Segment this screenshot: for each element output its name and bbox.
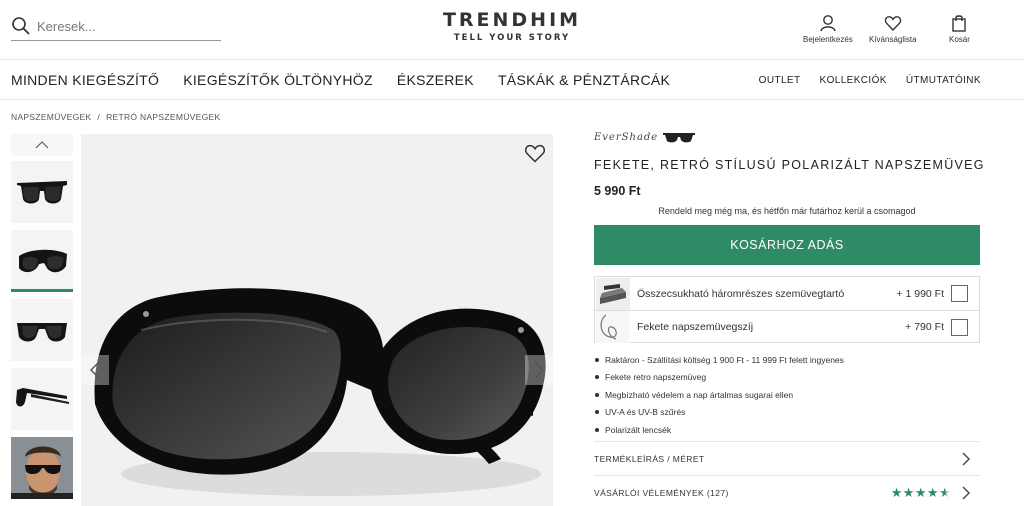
star-icon: ★ xyxy=(902,485,915,500)
brand-name: EverShade xyxy=(594,131,659,143)
nav-all-accessories[interactable]: MINDEN KIEGÉSZÍTŐ xyxy=(11,72,159,88)
accordion-product-description[interactable]: TERMÉKLEÍRÁS / MÉRET xyxy=(594,441,980,475)
wishlist-label: Kívánságlista xyxy=(869,35,917,44)
addon-case-name: Összecsukható háromrészes szemüvegtartó xyxy=(637,287,845,300)
addon-case-image xyxy=(596,277,630,310)
star-icon: ★ xyxy=(914,485,927,500)
star-icon: ★ xyxy=(890,485,903,500)
breadcrumb-sunglasses[interactable]: NAPSZEMÜVEGEK xyxy=(11,112,91,122)
shopping-bag-icon xyxy=(952,15,967,32)
main-navigation: MINDEN KIEGÉSZÍTŐ KIEGÉSZÍTŐK ÖLTÖNYHÖZ … xyxy=(0,60,1024,100)
breadcrumb: NAPSZEMÜVEGEK / RETRÓ NAPSZEMÜVEGEK xyxy=(11,112,220,122)
feature-item: UV-A és UV-B szűrés xyxy=(594,404,844,422)
breadcrumb-retro-sunglasses[interactable]: RETRÓ NAPSZEMÜVEGEK xyxy=(106,112,220,122)
chevron-right-icon xyxy=(962,452,970,465)
thumbnail-scroll-up[interactable] xyxy=(11,134,73,156)
thumbnail-1[interactable] xyxy=(11,161,73,223)
heart-icon xyxy=(884,16,902,32)
thumbnail-5[interactable] xyxy=(11,437,73,499)
half-star-icon: ★ xyxy=(938,485,951,500)
nav-outlet[interactable]: OUTLET xyxy=(759,75,801,86)
login-button[interactable]: Bejelentkezés xyxy=(803,14,853,44)
wishlist-heart-icon[interactable] xyxy=(524,142,546,164)
addon-glasses-case[interactable]: Összecsukható háromrészes szemüvegtartó … xyxy=(595,277,979,310)
next-image-button[interactable] xyxy=(525,355,553,385)
sunglasses-icon xyxy=(663,133,696,143)
login-label: Bejelentkezés xyxy=(803,35,853,44)
sunglasses-top-thumb xyxy=(11,299,73,361)
user-icon xyxy=(820,15,836,32)
feature-item: Fekete retro napszemüveg xyxy=(594,369,844,387)
secondary-nav: OUTLET KOLLEKCIÓK ÚTMUTATÓINK xyxy=(759,60,981,100)
wishlist-button[interactable]: Kívánságlista xyxy=(869,14,917,44)
sunglasses-angle-thumb xyxy=(11,230,73,292)
product-price: 5 990 Ft xyxy=(594,184,641,198)
cart-button[interactable]: Kosár xyxy=(949,14,970,44)
feature-item: Megbízható védelem a nap ártalmas sugara… xyxy=(594,386,844,404)
sunglasses-side-thumb xyxy=(11,368,73,430)
chevron-right-icon xyxy=(534,361,544,379)
thumbnail-2[interactable] xyxy=(11,230,73,292)
nav-guides[interactable]: ÚTMUTATÓINK xyxy=(906,75,981,86)
brand-logo[interactable]: EverShade xyxy=(594,131,696,143)
nav-suit-accessories[interactable]: KIEGÉSZÍTŐK ÖLTÖNYHÖZ xyxy=(183,72,373,88)
chevron-up-icon xyxy=(35,141,49,149)
addon-strap-checkbox[interactable] xyxy=(951,318,968,336)
model-wearing-thumb xyxy=(11,437,73,499)
sunglasses-front-thumb xyxy=(11,161,73,223)
primary-nav: MINDEN KIEGÉSZÍTŐ KIEGÉSZÍTŐK ÖLTÖNYHÖZ … xyxy=(11,60,670,100)
addon-list: Összecsukható háromrészes szemüvegtartó … xyxy=(594,276,980,343)
accordion-reviews-label: VÁSÁRLÓI VÉLEMÉNYEK (127) xyxy=(594,487,729,498)
accordion-customer-reviews[interactable]: VÁSÁRLÓI VÉLEMÉNYEK (127) ★ ★ ★ ★ ★ xyxy=(594,475,980,506)
addon-sunglasses-strap[interactable]: Fekete napszemüvegszíj + 790 Ft xyxy=(595,310,979,343)
site-header: TRENDHIM TELL YOUR STORY Bejelentkezés K… xyxy=(0,0,1024,60)
feature-list: Raktáron - Szállítási költség 1 900 Ft -… xyxy=(594,351,844,439)
add-to-cart-button[interactable]: KOSÁRHOZ ADÁS xyxy=(594,225,980,265)
feature-item: Raktáron - Szállítási költség 1 900 Ft -… xyxy=(594,351,844,369)
product-title: FEKETE, RETRÓ STÍLUSÚ POLARIZÁLT NAPSZEM… xyxy=(594,158,985,172)
addon-strap-price: + 790 Ft xyxy=(905,321,944,333)
thumbnail-3[interactable] xyxy=(11,299,73,361)
star-icon: ★ xyxy=(926,485,939,500)
rating-stars: ★ ★ ★ ★ ★ xyxy=(891,486,951,499)
addon-strap-name: Fekete napszemüvegszíj xyxy=(637,321,754,333)
sunglasses-product-photo xyxy=(81,134,553,506)
addon-strap-image xyxy=(596,311,630,343)
nav-collections[interactable]: KOLLEKCIÓK xyxy=(820,75,887,86)
breadcrumb-separator: / xyxy=(97,112,101,122)
nav-jewelry[interactable]: ÉKSZEREK xyxy=(397,72,474,88)
nav-bags-wallets[interactable]: TÁSKÁK & PÉNZTÁRCÁK xyxy=(498,72,670,88)
chevron-left-icon xyxy=(90,361,100,379)
addon-case-price: + 1 990 Ft xyxy=(896,287,944,300)
cart-label: Kosár xyxy=(949,35,970,44)
shipping-note: Rendeld meg még ma, és hétfőn már futárh… xyxy=(658,206,916,216)
chevron-right-icon xyxy=(962,486,970,499)
accordion-description-label: TERMÉKLEÍRÁS / MÉRET xyxy=(594,453,705,464)
previous-image-button[interactable] xyxy=(81,355,109,385)
thumbnail-4[interactable] xyxy=(11,368,73,430)
addon-case-checkbox[interactable] xyxy=(951,285,968,302)
product-main-image[interactable] xyxy=(81,134,553,506)
feature-item: Polarizált lencsék xyxy=(594,421,844,439)
